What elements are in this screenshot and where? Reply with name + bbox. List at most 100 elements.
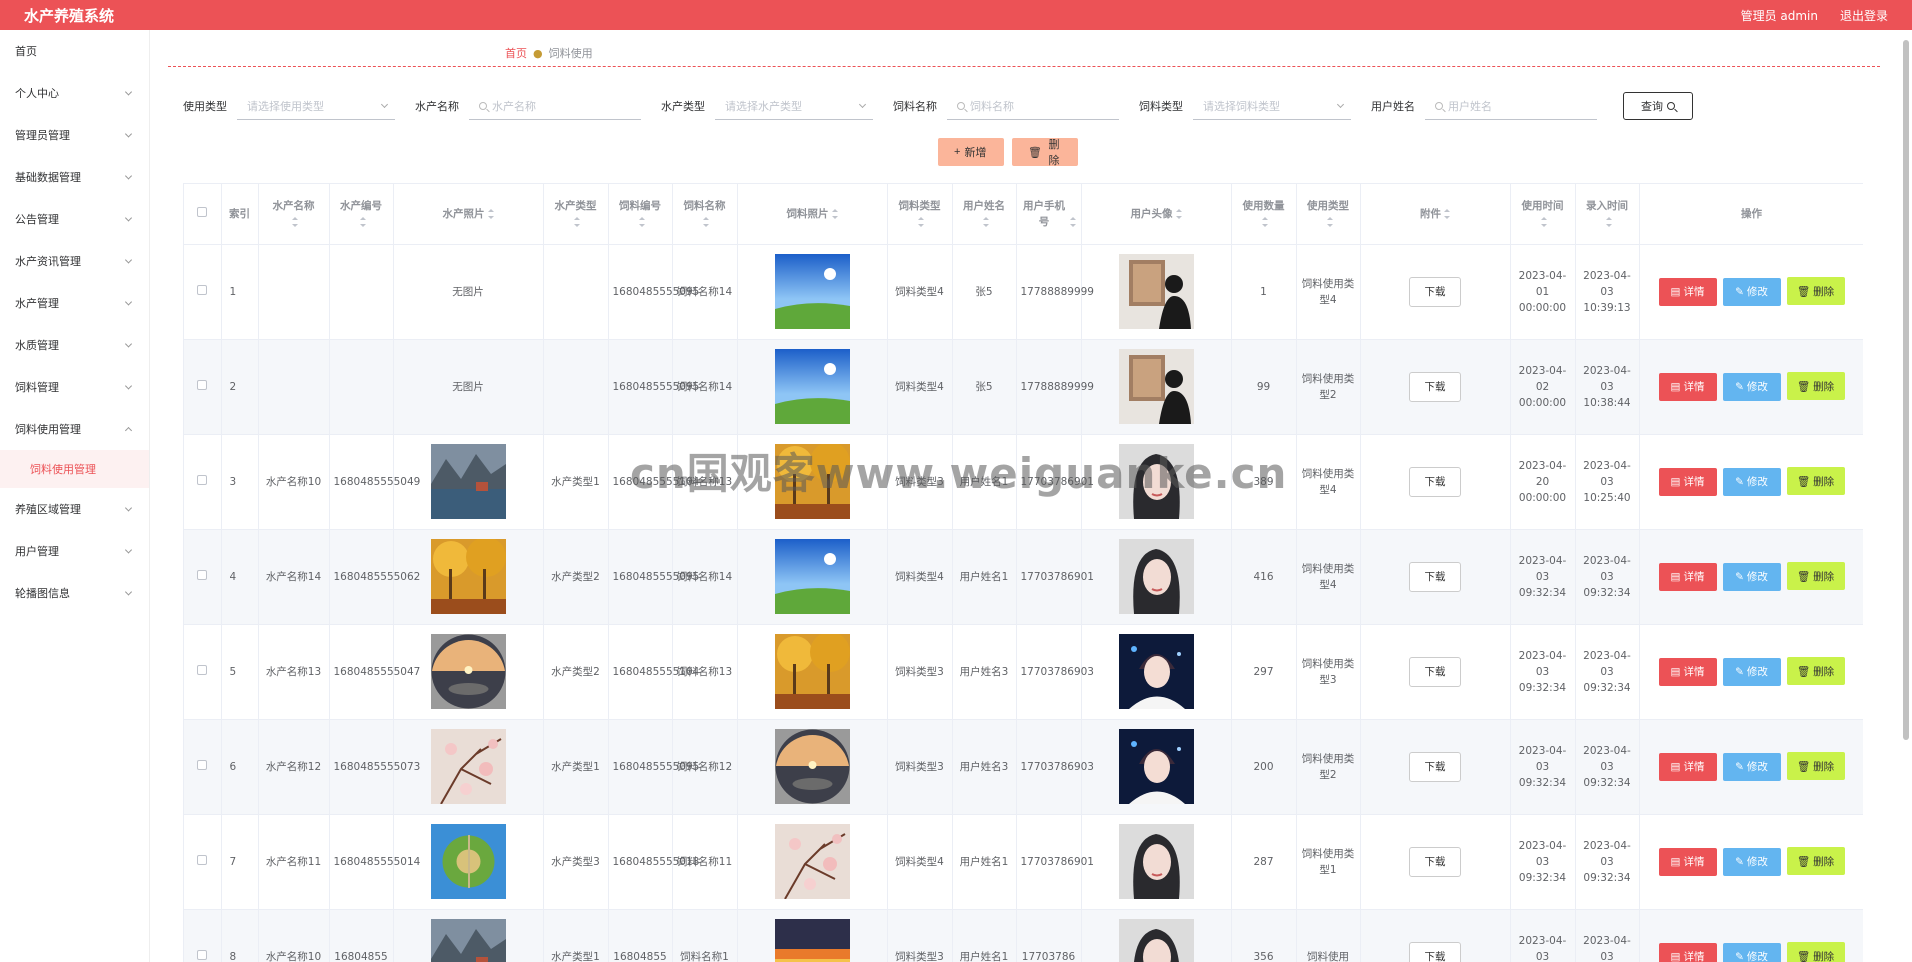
col-aqua-type[interactable]: 水产类型	[543, 184, 609, 245]
sidebar-item[interactable]: 管理员管理	[0, 114, 149, 156]
detail-button[interactable]: ▤ 详情	[1658, 942, 1717, 962]
aqua-name-input[interactable]: 水产名称	[469, 92, 641, 120]
query-button[interactable]: 查询	[1623, 92, 1693, 120]
sidebar-item[interactable]: 基础数据管理	[0, 156, 149, 198]
table-row[interactable]: 8 水产名称10 16804855 水产类型1 16804855 饲料名称1 饲料类型3 用户…	[184, 909, 1863, 962]
user-avatar-image[interactable]	[1118, 254, 1194, 329]
user-avatar-image[interactable]	[1118, 634, 1194, 709]
table-row[interactable]: 2 无图片 1680485555095 饲料名称14 饲料类型4 张5 1778888999…	[184, 339, 1863, 435]
col-aqua-photo[interactable]: 水产照片	[393, 184, 544, 245]
sidebar-item[interactable]: 饲料管理	[0, 366, 149, 408]
table-row[interactable]: 4 水产名称14 1680485555062 水产类型2 1680485555095 饲料…	[184, 529, 1863, 625]
row-checkbox[interactable]	[184, 434, 222, 530]
feed-photo-image[interactable]	[774, 254, 850, 329]
feed-photo-image[interactable]	[774, 729, 850, 804]
delete-button[interactable]: 🗑 删除	[1786, 657, 1845, 686]
feed-photo-image[interactable]	[774, 919, 850, 962]
col-attachment[interactable]: 附件	[1360, 184, 1511, 245]
aqua-photo-image[interactable]	[430, 729, 506, 804]
bulk-delete-button[interactable]: 🗑 删除	[1012, 138, 1078, 167]
sidebar-item[interactable]: 水产资讯管理	[0, 240, 149, 282]
detail-button[interactable]: ▤ 详情	[1658, 657, 1717, 686]
row-checkbox[interactable]	[184, 339, 222, 435]
col-user-avatar[interactable]: 用户头像	[1081, 184, 1232, 245]
edit-button[interactable]: ✎ 修改	[1722, 562, 1781, 591]
feed-photo-image[interactable]	[774, 349, 850, 424]
download-button[interactable]: 下载	[1409, 561, 1461, 592]
edit-button[interactable]: ✎ 修改	[1722, 847, 1781, 876]
col-feed-no[interactable]: 饲料编号	[608, 184, 673, 245]
download-button[interactable]: 下载	[1409, 371, 1461, 402]
sidebar-item[interactable]: 公告管理	[0, 198, 149, 240]
sidebar-item[interactable]: 水质管理	[0, 324, 149, 366]
aqua-photo-image[interactable]	[430, 634, 506, 709]
delete-button[interactable]: 🗑 删除	[1786, 942, 1845, 962]
table-row[interactable]: 5 水产名称13 1680485555047 水产类型2 1680485555104 饲料…	[184, 624, 1863, 720]
col-feed-photo[interactable]: 饲料照片	[737, 184, 888, 245]
aqua-photo-image[interactable]	[430, 444, 506, 519]
sidebar-item[interactable]: 用户管理	[0, 530, 149, 572]
edit-button[interactable]: ✎ 修改	[1722, 657, 1781, 686]
delete-button[interactable]: 🗑 删除	[1786, 372, 1845, 401]
aqua-photo-image[interactable]	[430, 919, 506, 962]
table-row[interactable]: 7 水产名称11 1680485555014 水产类型3 1680485555018 饲料…	[184, 814, 1863, 910]
row-checkbox[interactable]	[184, 244, 222, 340]
sidebar-item[interactable]: 轮播图信息	[0, 572, 149, 614]
col-aqua-no[interactable]: 水产编号	[329, 184, 394, 245]
download-button[interactable]: 下载	[1409, 846, 1461, 877]
user-avatar-image[interactable]	[1118, 919, 1194, 962]
row-checkbox[interactable]	[184, 814, 222, 910]
sidebar-item[interactable]: 首页	[0, 30, 149, 72]
aqua-photo-image[interactable]	[430, 824, 506, 899]
user-avatar-image[interactable]	[1118, 539, 1194, 614]
user-avatar-image[interactable]	[1118, 349, 1194, 424]
sidebar-item[interactable]: 养殖区域管理	[0, 488, 149, 530]
select-all-checkbox[interactable]	[184, 184, 222, 245]
col-user-phone[interactable]: 用户手机号	[1016, 184, 1082, 245]
delete-button[interactable]: 🗑 删除	[1786, 752, 1845, 781]
user-avatar-image[interactable]	[1118, 824, 1194, 899]
col-feed-name[interactable]: 饲料名称	[672, 184, 738, 245]
detail-button[interactable]: ▤ 详情	[1658, 562, 1717, 591]
delete-button[interactable]: 🗑 删除	[1786, 467, 1845, 496]
table-row[interactable]: 6 水产名称12 1680485555073 水产类型1 1680485555095 饲料…	[184, 719, 1863, 815]
aqua-type-select[interactable]: 请选择水产类型	[715, 92, 873, 120]
sidebar-item[interactable]: 饲料使用管理	[0, 408, 149, 450]
row-checkbox[interactable]	[184, 624, 222, 720]
delete-button[interactable]: 🗑 删除	[1786, 277, 1845, 306]
col-use-time[interactable]: 使用时间	[1510, 184, 1576, 245]
detail-button[interactable]: ▤ 详情	[1658, 467, 1717, 496]
add-button[interactable]: + 新增	[938, 138, 1004, 166]
row-checkbox[interactable]	[184, 719, 222, 815]
detail-button[interactable]: ▤ 详情	[1658, 847, 1717, 876]
sidebar-item[interactable]: 水产管理	[0, 282, 149, 324]
col-aqua-name[interactable]: 水产名称	[258, 184, 330, 245]
delete-button[interactable]: 🗑 删除	[1786, 847, 1845, 876]
sidebar-subitem-feed-usage[interactable]: 饲料使用管理	[0, 450, 149, 488]
use-type-select[interactable]: 请选择使用类型	[237, 92, 395, 120]
col-use-qty[interactable]: 使用数量	[1231, 184, 1297, 245]
feed-type-select[interactable]: 请选择饲料类型	[1193, 92, 1351, 120]
edit-button[interactable]: ✎ 修改	[1722, 942, 1781, 962]
delete-button[interactable]: 🗑 删除	[1786, 562, 1845, 591]
feed-photo-image[interactable]	[774, 634, 850, 709]
download-button[interactable]: 下载	[1409, 466, 1461, 497]
download-button[interactable]: 下载	[1409, 276, 1461, 307]
download-button[interactable]: 下载	[1409, 656, 1461, 687]
table-row[interactable]: 1 无图片 1680485555095 饲料名称14 饲料类型4 张5 1778888999…	[184, 244, 1863, 340]
user-name-input[interactable]: 用户姓名	[1425, 92, 1597, 120]
feed-name-input[interactable]: 饲料名称	[947, 92, 1119, 120]
detail-button[interactable]: ▤ 详情	[1658, 277, 1717, 306]
sidebar-item[interactable]: 个人中心	[0, 72, 149, 114]
row-checkbox[interactable]	[184, 909, 222, 962]
edit-button[interactable]: ✎ 修改	[1722, 277, 1781, 306]
logout-link[interactable]: 退出登录	[1840, 7, 1888, 24]
scrollbar-thumb[interactable]	[1903, 40, 1909, 740]
col-use-type[interactable]: 使用类型	[1296, 184, 1361, 245]
user-avatar-image[interactable]	[1118, 729, 1194, 804]
download-button[interactable]: 下载	[1409, 751, 1461, 782]
feed-photo-image[interactable]	[774, 539, 850, 614]
col-entry-time[interactable]: 录入时间	[1575, 184, 1640, 245]
current-user[interactable]: 管理员 admin	[1741, 7, 1818, 24]
col-feed-type[interactable]: 饲料类型	[887, 184, 953, 245]
